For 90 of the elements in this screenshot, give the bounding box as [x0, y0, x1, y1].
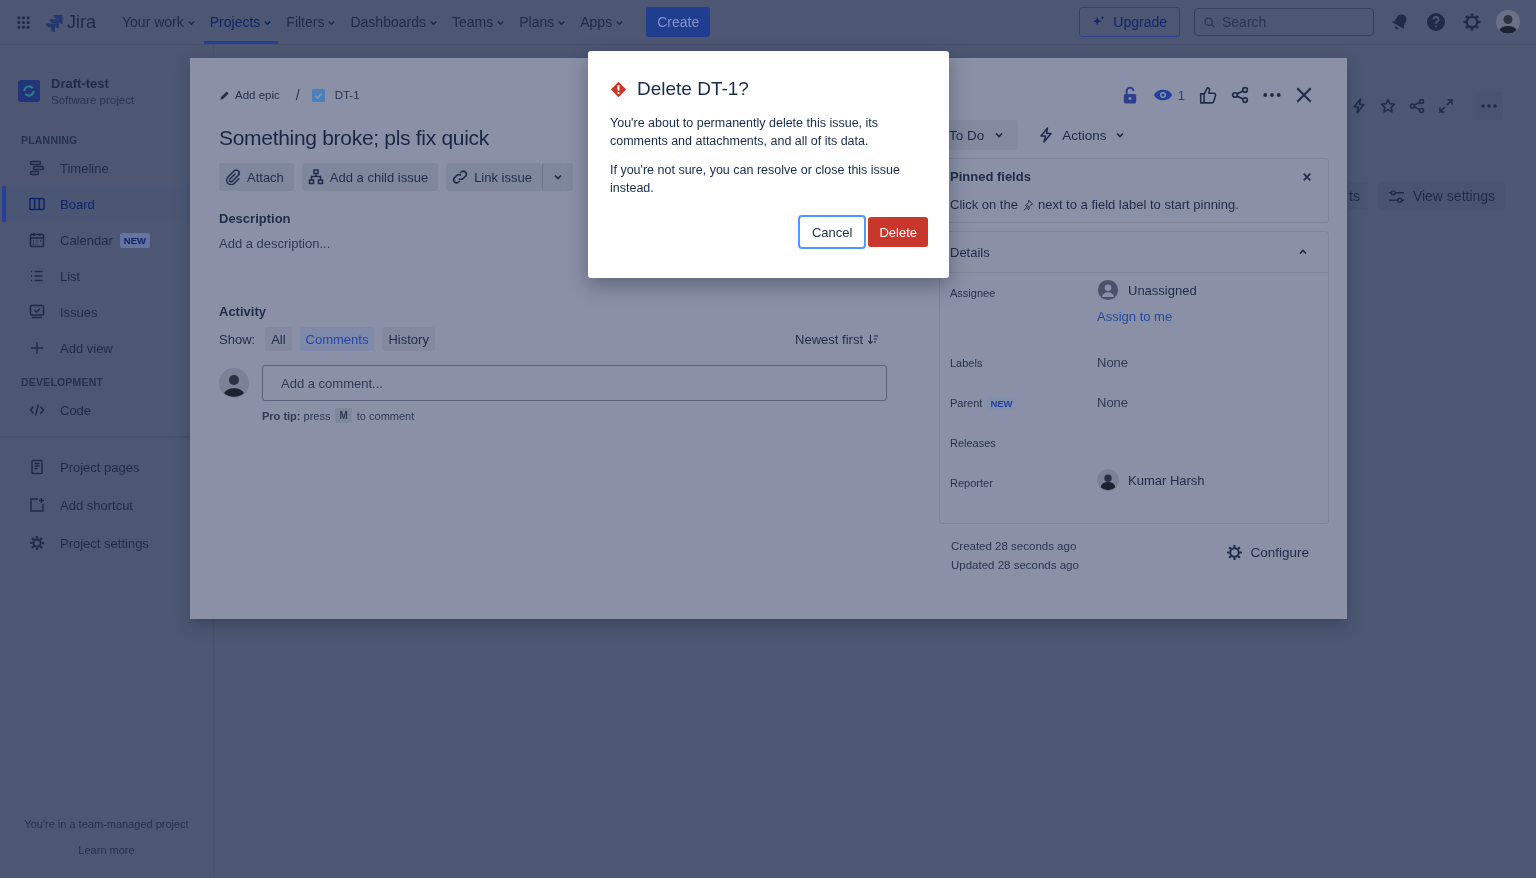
search-icon — [1203, 16, 1216, 29]
field-label: Labels — [950, 357, 983, 369]
field-value[interactable]: None — [1097, 355, 1129, 370]
board-icon — [29, 196, 45, 212]
timeline-icon — [29, 160, 45, 176]
field-value[interactable]: Kumar Harsh — [1128, 472, 1205, 488]
new-badge: NEW — [987, 397, 1016, 410]
issue-key-link[interactable]: DT-1 — [334, 89, 360, 101]
share-icon[interactable] — [1231, 86, 1249, 104]
breadcrumb-separator: / — [295, 87, 300, 103]
avatar[interactable] — [1496, 10, 1520, 34]
activity-filter-tab[interactable]: History — [382, 327, 435, 351]
add-epic-link[interactable]: Add epic — [219, 89, 280, 101]
description-label: Description — [219, 211, 292, 226]
pencil-icon — [219, 89, 230, 101]
attach-button[interactable]: Attach — [219, 163, 294, 191]
pinned-fields-title: Pinned fields — [950, 169, 1031, 184]
pro-tip-text: to comment — [356, 409, 415, 422]
updated-time: Updated 28 seconds ago — [951, 559, 1079, 571]
help-icon[interactable] — [1426, 12, 1446, 32]
plus-icon — [29, 340, 45, 356]
show-label: Show: — [219, 331, 256, 347]
dialog-message: If you're not sure, you can resolve or close this issue instead. — [610, 162, 902, 197]
share-icon[interactable] — [1409, 98, 1425, 114]
calendar-icon — [29, 232, 45, 248]
upgrade-button[interactable]: Upgrade — [1079, 7, 1180, 37]
create-button[interactable]: Create — [646, 7, 711, 37]
thumbs-up-icon[interactable] — [1199, 86, 1217, 104]
star-icon[interactable] — [1380, 98, 1396, 114]
hierarchy-icon — [307, 169, 324, 185]
checkbox-icon — [311, 88, 325, 102]
gear-icon — [1226, 543, 1244, 561]
field-label: Assignee — [950, 287, 996, 299]
dialog-title: Delete DT-1? — [637, 78, 749, 100]
pro-tip-text: Pro tip: press — [262, 409, 331, 422]
more-icon — [1481, 104, 1497, 108]
pin-icon — [1021, 198, 1034, 211]
app-grid-icon[interactable] — [16, 14, 31, 30]
activity-filter-tab[interactable]: All — [265, 327, 292, 351]
list-icon — [29, 268, 45, 284]
link-icon — [452, 169, 469, 185]
settings-icon[interactable] — [1462, 12, 1482, 32]
shortcut-icon — [29, 497, 45, 513]
sort-button[interactable]: Newest first — [795, 331, 879, 347]
chevron-down-icon — [1114, 130, 1125, 140]
field-value[interactable]: Unassigned — [1128, 282, 1197, 298]
cancel-button[interactable]: Cancel — [797, 215, 867, 249]
chevron-down-icon — [994, 130, 1005, 140]
user-avatar — [1097, 469, 1119, 491]
chevron-down-icon — [552, 172, 563, 182]
settings-icon — [29, 535, 45, 551]
chevron-icon — [1298, 247, 1308, 257]
pinned-hint-text: Click on the — [950, 197, 1018, 212]
pinned-hint-text: next to a field label to start pinning. — [1037, 197, 1239, 212]
warning-icon — [610, 80, 627, 98]
delete-button[interactable]: Delete — [868, 217, 928, 247]
field-label: Parent — [950, 397, 983, 409]
nav-menu-item[interactable]: Projects — [203, 0, 279, 44]
user-avatar — [219, 368, 249, 398]
code-icon — [29, 402, 45, 418]
lightning-icon[interactable] — [1351, 98, 1367, 114]
paperclip-icon — [225, 169, 241, 185]
assign-to-me-link[interactable]: Assign to me — [1097, 309, 1197, 324]
keyboard-key: M — [335, 408, 352, 423]
unassigned-avatar-icon — [1097, 279, 1119, 301]
field-value[interactable]: None — [1097, 395, 1129, 410]
actions-dropdown[interactable]: Actions — [1028, 120, 1135, 150]
close-icon[interactable] — [1302, 171, 1312, 182]
add-child-issue-button[interactable]: Add a child issue — [301, 163, 439, 191]
sliders-icon — [1387, 187, 1405, 205]
expand-icon[interactable] — [1438, 98, 1454, 114]
page-icon — [29, 459, 45, 475]
sort-icon — [867, 333, 879, 345]
field-label: Reporter — [950, 477, 993, 489]
field-label: Releases — [950, 437, 996, 449]
comment-field[interactable]: Add a comment... — [262, 365, 887, 401]
close-icon[interactable] — [1295, 86, 1313, 104]
link-issue-button[interactable]: Link issue — [446, 163, 542, 191]
project-avatar-icon — [18, 80, 40, 102]
more-actions-button[interactable] — [541, 163, 573, 191]
watch-button[interactable]: 1 — [1152, 87, 1185, 103]
dialog-message: You're about to permanently delete this issue, its comments and attachments, and all of its data. — [610, 115, 880, 150]
issues-icon — [29, 304, 45, 320]
created-time: Created 28 seconds ago — [951, 540, 1078, 552]
activity-filter-tab[interactable]: Comments — [299, 327, 375, 351]
eye-icon — [1152, 88, 1173, 102]
logo-icon[interactable] — [45, 12, 64, 32]
configure-button[interactable]: Configure — [1226, 540, 1309, 564]
lightning-icon — [1038, 127, 1055, 143]
activity-label: Activity — [219, 304, 267, 319]
